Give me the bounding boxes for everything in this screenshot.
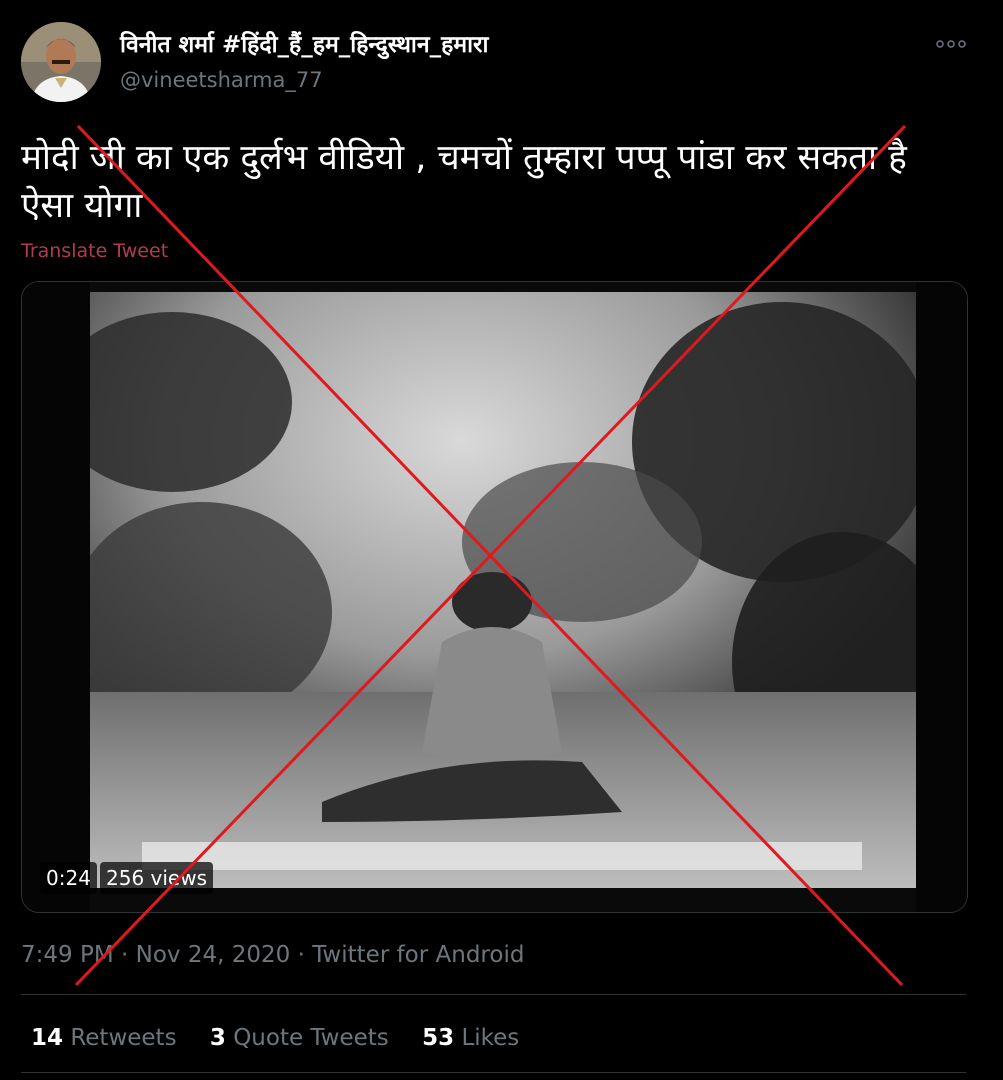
video-player[interactable] — [21, 281, 968, 913]
user-handle[interactable]: @vineetsharma_77 — [120, 66, 323, 94]
translate-tweet-link[interactable]: Translate Tweet — [21, 238, 168, 264]
display-name[interactable]: विनीत शर्मा #हिंदी_हैं_हम_हिन्दुस्थान_हम… — [120, 30, 488, 60]
likes-stat[interactable]: 53 Likes — [422, 1025, 519, 1051]
meta-separator: · — [297, 942, 305, 968]
profile-photo-icon — [21, 22, 101, 102]
avatar[interactable] — [21, 22, 101, 102]
engagement-stats: 14 Retweets 3 Quote Tweets 53 Likes — [31, 1023, 545, 1053]
tweet-card: विनीत शर्मा #हिंदी_हैं_हम_हिन्दुस्थान_हम… — [0, 0, 1003, 1080]
tweet-date[interactable]: Nov 24, 2020 — [136, 942, 291, 968]
meta-separator: · — [121, 942, 129, 968]
tweet-time[interactable]: 7:49 PM — [21, 942, 114, 968]
tweet-source[interactable]: Twitter for Android — [312, 942, 524, 968]
tweet-meta: 7:49 PM · Nov 24, 2020 · Twitter for And… — [21, 940, 524, 970]
video-views: 256 views — [100, 862, 214, 894]
tweet-text: मोदी जी का एक दुर्लभ वीडियो , चमचों तुम्… — [21, 138, 907, 226]
quote-tweets-stat[interactable]: 3 Quote Tweets — [210, 1025, 389, 1051]
divider — [21, 1072, 966, 1073]
divider — [21, 994, 966, 995]
video-thumbnail — [22, 282, 967, 912]
retweets-stat[interactable]: 14 Retweets — [31, 1025, 177, 1051]
more-options-icon[interactable] — [934, 34, 968, 54]
video-duration: 0:24 — [40, 862, 97, 894]
